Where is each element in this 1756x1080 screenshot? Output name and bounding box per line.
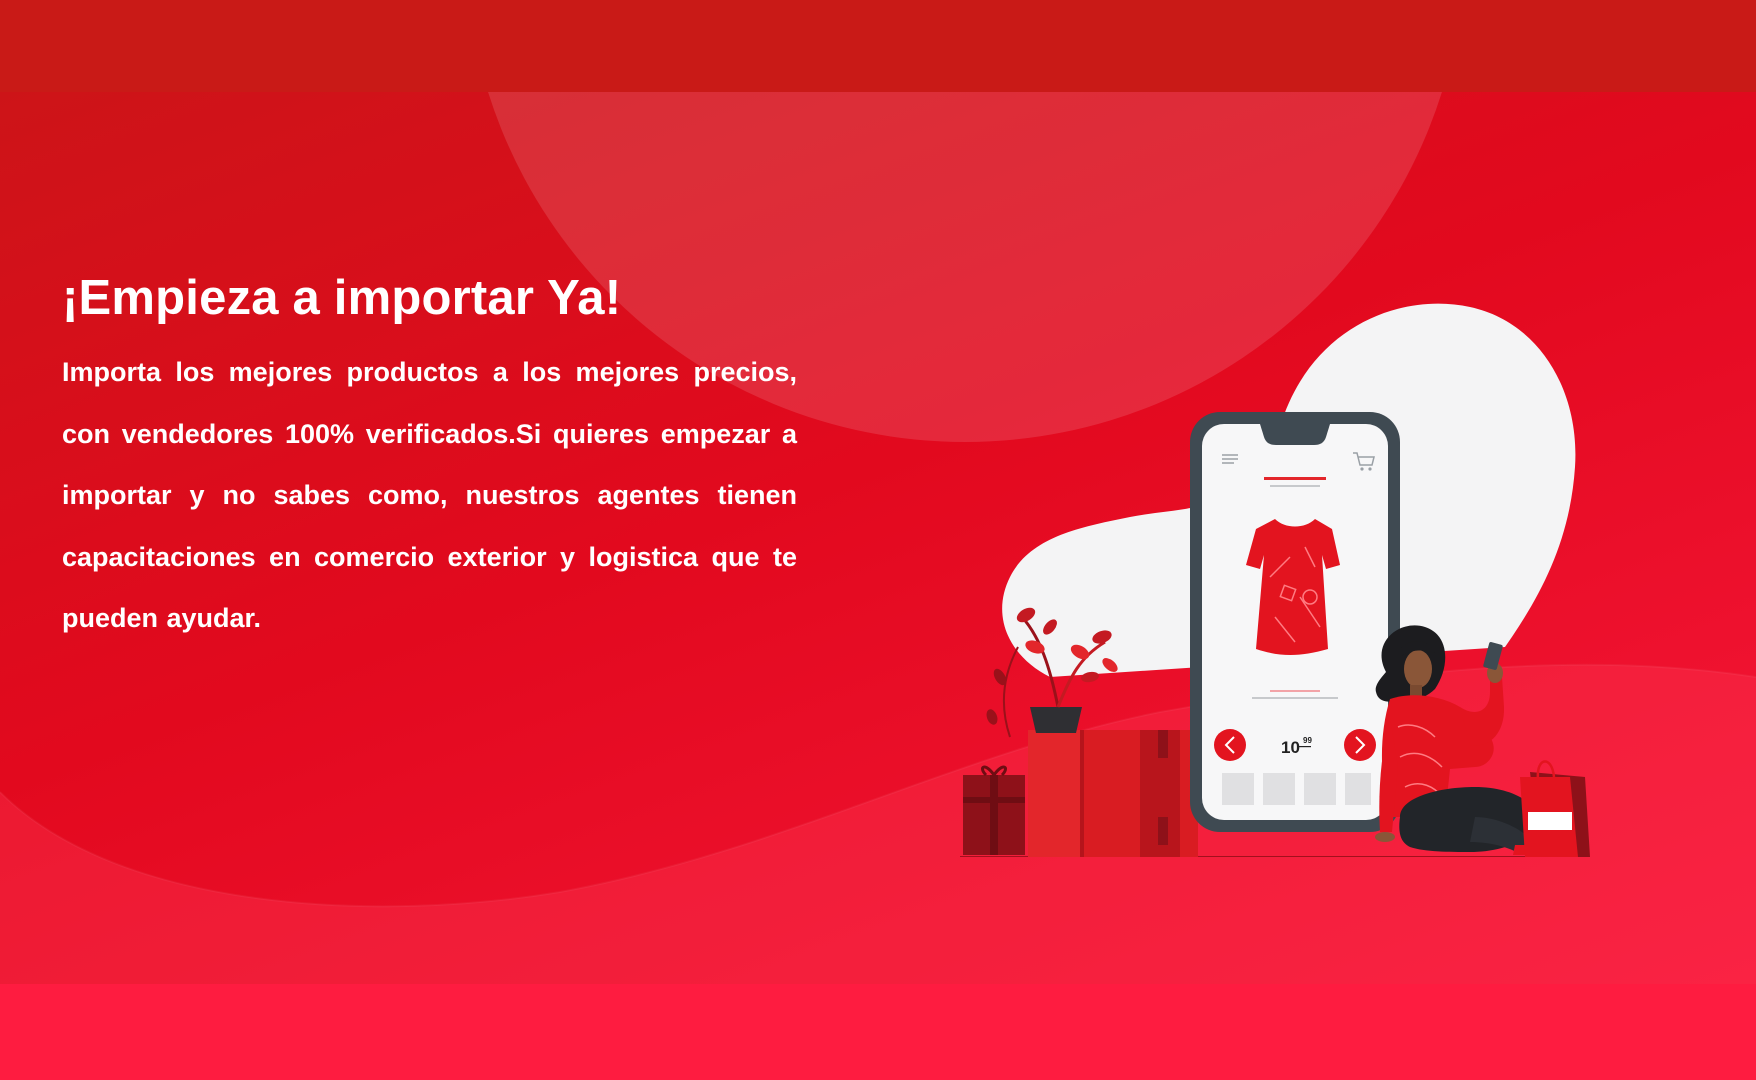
gift-box <box>963 765 1025 855</box>
woman-figure <box>1375 625 1542 855</box>
shopping-bag <box>1520 760 1590 857</box>
stacked-boxes <box>1028 730 1198 857</box>
hero-section: ¡Empieza a importar Ya! Importa los mejo… <box>0 92 1756 984</box>
shopping-illustration: 10 99 <box>960 303 1590 857</box>
hero-text: ¡Empieza a importar Ya! Importa los mejo… <box>62 270 797 650</box>
price-main: 10 <box>1281 738 1300 757</box>
bottom-band <box>0 984 1756 1080</box>
page-title: ¡Empieza a importar Ya! <box>62 271 622 325</box>
prev-arrow-icon <box>1214 729 1246 761</box>
hero-description: Importa los mejores productos a los mejo… <box>62 357 797 633</box>
smartphone: 10 99 <box>1190 412 1400 832</box>
price-cents: 99 <box>1303 736 1312 745</box>
next-arrow-icon <box>1344 729 1376 761</box>
top-band <box>0 0 1756 92</box>
